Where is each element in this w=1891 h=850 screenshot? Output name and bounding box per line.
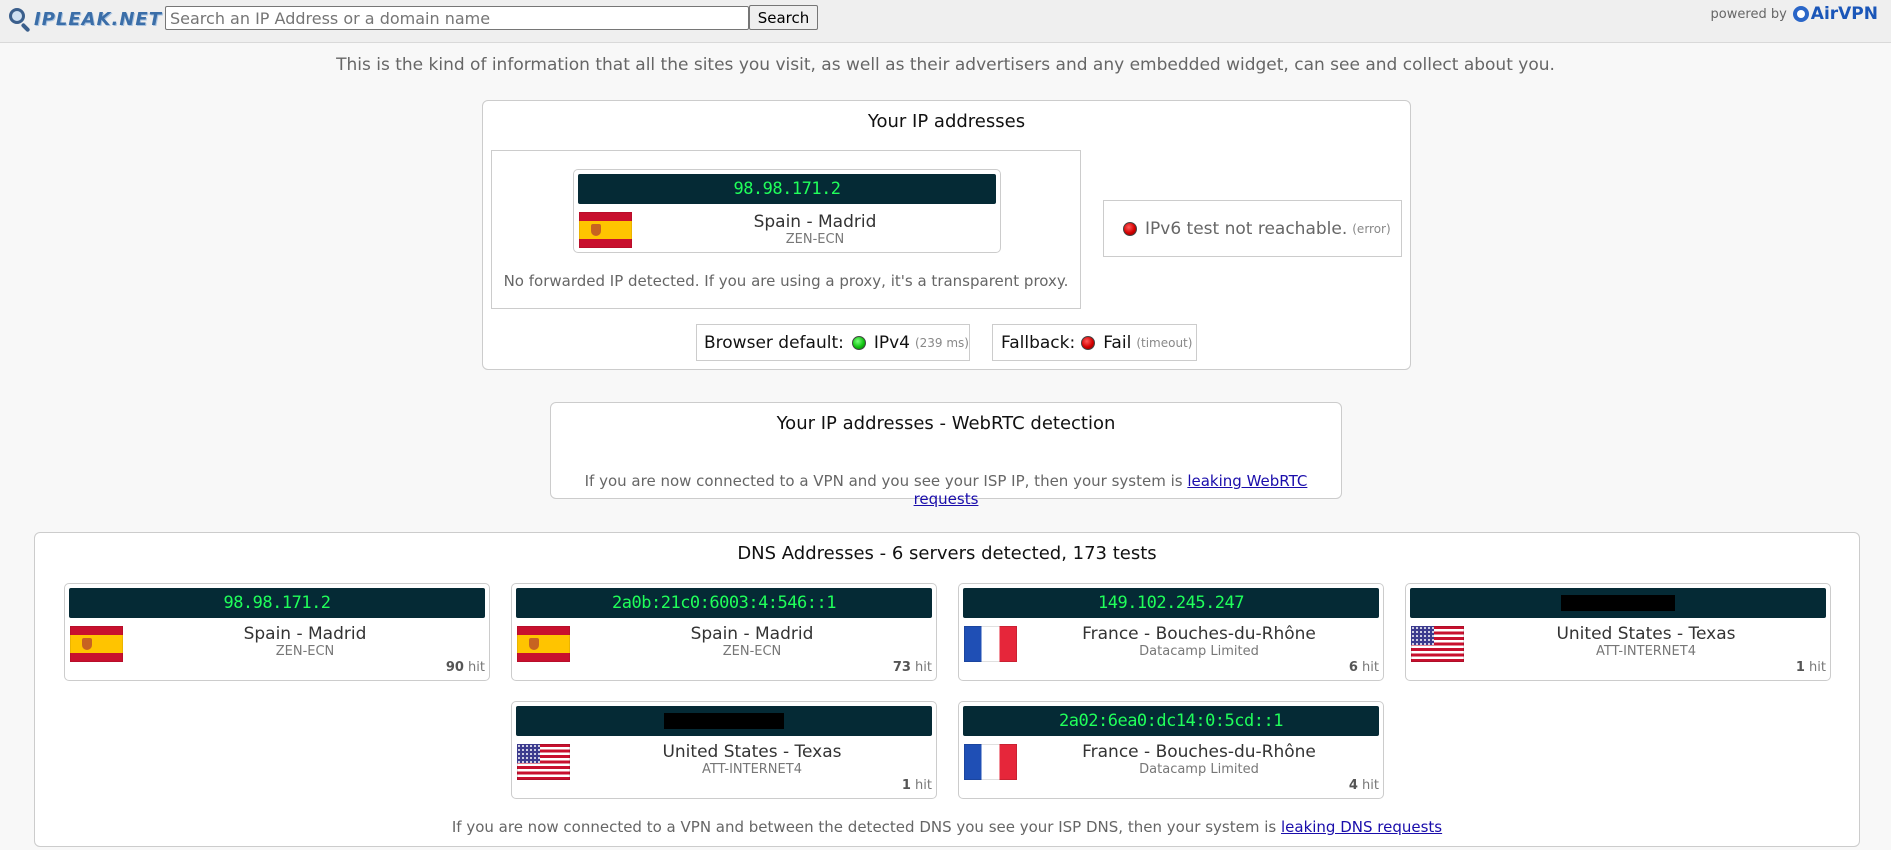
dns-server-card: United States - Texas ATT-INTERNET4 1 hi… bbox=[511, 701, 937, 799]
dns-server-ip[interactable]: 149.102.245.247 bbox=[963, 588, 1379, 618]
browser-default-box: Browser default: IPv4 (239 ms) bbox=[696, 324, 970, 361]
top-header: IPLEAK.NET Search powered by AirVPN bbox=[0, 0, 1891, 43]
dns-server-location: United States - Texas bbox=[662, 742, 842, 762]
dns-server-ip[interactable]: 2a02:6ea0:dc14:0:5cd::1 bbox=[963, 706, 1379, 736]
dns-server-hit-count: 73 bbox=[892, 660, 911, 675]
dns-server-hit-label: hit bbox=[915, 660, 932, 675]
dns-server-card: 98.98.171.2 Spain - Madrid ZEN-ECN 90 hi… bbox=[64, 583, 490, 681]
dns-server-location: Spain - Madrid bbox=[243, 624, 367, 644]
redaction-bar bbox=[664, 713, 784, 729]
dns-server-card: 149.102.245.247 France - Bouches-du-Rhôn… bbox=[958, 583, 1384, 681]
dns-server-hit-label: hit bbox=[915, 778, 932, 793]
dns-server-card: 2a02:6ea0:dc14:0:5cd::1 France - Bouches… bbox=[958, 701, 1384, 799]
dns-server-isp: ZEN-ECN bbox=[722, 644, 782, 659]
dns-server-hits: 1 hit bbox=[1796, 660, 1826, 675]
dns-leak-link[interactable]: leaking DNS requests bbox=[1281, 818, 1442, 836]
search-button[interactable]: Search bbox=[749, 5, 818, 30]
spain-flag-icon bbox=[517, 626, 570, 662]
dns-server-hit-count: 4 bbox=[1348, 778, 1358, 793]
france-flag-icon bbox=[964, 744, 1017, 780]
dns-server-hit-label: hit bbox=[1362, 660, 1379, 675]
webrtc-title: Your IP addresses - WebRTC detection bbox=[776, 413, 1116, 434]
webrtc-note-text: If you are now connected to a VPN and yo… bbox=[584, 472, 1183, 490]
france-flag-icon bbox=[964, 626, 1017, 662]
intro-text: This is the kind of information that all… bbox=[336, 55, 1555, 75]
dns-server-hit-count: 1 bbox=[1795, 660, 1805, 675]
redaction-bar bbox=[1561, 595, 1675, 611]
usa-flag-icon bbox=[517, 744, 570, 780]
dns-panel: DNS Addresses - 6 servers detected, 173 … bbox=[34, 532, 1860, 847]
ipv4-status-green-icon bbox=[851, 335, 866, 350]
dns-server-ip[interactable]: 2a0b:21c0:6003:4:546::1 bbox=[516, 588, 932, 618]
ip-addresses-panel: Your IP addresses 98.98.171.2 Spain - Ma… bbox=[482, 100, 1411, 370]
dns-server-isp: ATT-INTERNET4 bbox=[702, 762, 802, 777]
dns-server-hits: 1 hit bbox=[902, 778, 932, 793]
dns-server-hit-count: 1 bbox=[901, 778, 911, 793]
browser-default-latency: (239 ms) bbox=[914, 335, 969, 350]
dns-server-location: United States - Texas bbox=[1556, 624, 1736, 644]
site-logo[interactable]: IPLEAK.NET bbox=[6, 6, 163, 33]
ip-section-title: Your IP addresses bbox=[867, 111, 1026, 132]
ipv6-status-red-icon bbox=[1123, 221, 1137, 236]
dns-server-hits: 4 hit bbox=[1349, 778, 1379, 793]
dns-server-isp: ZEN-ECN bbox=[275, 644, 335, 659]
dns-server-hits: 73 hit bbox=[893, 660, 932, 675]
browser-default-value: IPv4 bbox=[873, 332, 910, 353]
webrtc-note: If you are now connected to a VPN and yo… bbox=[551, 472, 1341, 508]
dns-server-hit-label: hit bbox=[468, 660, 485, 675]
usa-flag-icon bbox=[1411, 626, 1464, 662]
dns-server-location: France - Bouches-du-Rhône bbox=[1082, 742, 1316, 762]
dns-note: If you are now connected to a VPN and be… bbox=[35, 818, 1859, 836]
ipv4-box: 98.98.171.2 Spain - Madrid ZEN-ECN No fo… bbox=[491, 150, 1081, 309]
ipv6-status-text: IPv6 test not reachable. bbox=[1145, 218, 1348, 239]
spain-flag-icon bbox=[579, 212, 632, 248]
browser-default-label: Browser default: bbox=[704, 332, 844, 353]
airvpn-brand: AirVPN bbox=[1810, 4, 1878, 24]
dns-server-card: United States - Texas ATT-INTERNET4 1 hi… bbox=[1405, 583, 1831, 681]
logo-text: IPLEAK.NET bbox=[34, 8, 163, 30]
dns-server-isp: Datacamp Limited bbox=[1139, 644, 1259, 659]
airvpn-logo-icon bbox=[1792, 6, 1809, 22]
fallback-note: (timeout) bbox=[1136, 335, 1193, 350]
dns-server-hit-count: 6 bbox=[1348, 660, 1358, 675]
dns-note-text: If you are now connected to a VPN and be… bbox=[451, 818, 1277, 836]
magnifier-logo-icon bbox=[6, 6, 32, 33]
dns-title: DNS Addresses - 6 servers detected, 173 … bbox=[737, 543, 1157, 564]
dns-server-hit-count: 90 bbox=[445, 660, 464, 675]
ipv6-box: IPv6 test not reachable. (error) bbox=[1103, 200, 1402, 257]
powered-by-label: powered by bbox=[1710, 6, 1787, 22]
spain-flag-icon bbox=[70, 626, 123, 662]
ipv4-card: 98.98.171.2 Spain - Madrid ZEN-ECN bbox=[573, 169, 1001, 253]
dns-server-card: 2a0b:21c0:6003:4:546::1 Spain - Madrid Z… bbox=[511, 583, 937, 681]
dns-server-isp: Datacamp Limited bbox=[1139, 762, 1259, 777]
dns-server-location: France - Bouches-du-Rhône bbox=[1082, 624, 1316, 644]
dns-server-hits: 6 hit bbox=[1349, 660, 1379, 675]
ipv4-isp: ZEN-ECN bbox=[785, 232, 845, 247]
fallback-status-red-icon bbox=[1081, 335, 1096, 350]
dns-server-ip[interactable]: 98.98.171.2 bbox=[69, 588, 485, 618]
dns-server-hit-label: hit bbox=[1809, 660, 1826, 675]
forwarded-note: No forwarded IP detected. If you are usi… bbox=[503, 272, 1069, 290]
ipv6-error-note: (error) bbox=[1352, 221, 1391, 236]
powered-by[interactable]: powered by AirVPN bbox=[1711, 4, 1878, 24]
dns-server-ip-redacted[interactable] bbox=[1410, 588, 1826, 618]
ipv4-address[interactable]: 98.98.171.2 bbox=[578, 174, 996, 204]
webrtc-panel: Your IP addresses - WebRTC detection If … bbox=[550, 402, 1342, 508]
dns-server-isp: ATT-INTERNET4 bbox=[1596, 644, 1696, 659]
dns-server-location: Spain - Madrid bbox=[690, 624, 814, 644]
fallback-value: Fail bbox=[1103, 332, 1132, 353]
dns-server-hits: 90 hit bbox=[446, 660, 485, 675]
ipv4-location: Spain - Madrid bbox=[753, 212, 877, 232]
dns-server-hit-label: hit bbox=[1362, 778, 1379, 793]
dns-server-ip-redacted[interactable] bbox=[516, 706, 932, 736]
fallback-box: Fallback: Fail (timeout) bbox=[992, 324, 1197, 361]
fallback-label: Fallback: bbox=[1001, 332, 1076, 353]
search-input[interactable] bbox=[165, 6, 749, 30]
